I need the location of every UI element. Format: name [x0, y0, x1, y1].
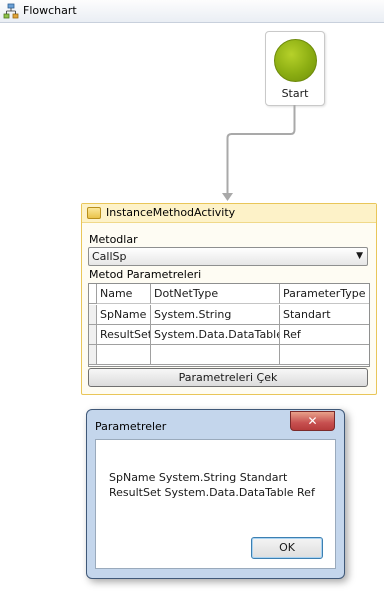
column-header-name[interactable]: Name: [97, 284, 151, 304]
method-select-value: CallSp: [92, 250, 127, 263]
ok-button[interactable]: OK: [251, 537, 323, 559]
cell-name[interactable]: [97, 345, 151, 365]
dialog-message-line: SpName System.String Standart: [109, 471, 288, 484]
chevron-down-icon: ▼: [356, 251, 363, 261]
flow-connector: [222, 105, 296, 201]
column-header-dotnettype[interactable]: DotNetType: [151, 284, 280, 304]
dialog-message-line: ResultSet System.Data.DataTable Ref: [109, 486, 315, 499]
table-row[interactable]: SpName System.String Standart: [89, 305, 369, 325]
cell-parametertype[interactable]: [280, 345, 369, 365]
parameters-dialog: Parametreler ✕ SpName System.String Stan…: [86, 409, 345, 579]
cell-dotnettype[interactable]: [151, 345, 280, 365]
table-row-new[interactable]: [89, 345, 369, 365]
dialog-body: SpName System.String Standart ResultSet …: [95, 439, 336, 569]
methods-label: Metodlar: [89, 233, 138, 246]
params-grid[interactable]: Name DotNetType ParameterType SpName Sys…: [88, 283, 370, 367]
activity-header: InstanceMethodActivity: [82, 204, 376, 223]
row-header[interactable]: [89, 305, 97, 325]
grid-corner: [89, 284, 97, 304]
cell-name[interactable]: SpName: [97, 305, 151, 325]
activity-title: InstanceMethodActivity: [106, 206, 236, 219]
column-header-parametertype[interactable]: ParameterType: [280, 284, 369, 304]
cell-dotnettype[interactable]: System.String: [151, 305, 280, 325]
row-header[interactable]: [89, 325, 97, 345]
method-select[interactable]: CallSp ▼: [88, 247, 368, 266]
params-label: Metod Parametreleri: [89, 268, 202, 281]
cell-parametertype[interactable]: Standart: [280, 305, 369, 325]
dialog-title: Parametreler: [95, 420, 167, 433]
activity-icon: [87, 207, 101, 219]
table-row[interactable]: ResultSet System.Data.DataTable Ref: [89, 325, 369, 345]
cell-dotnettype[interactable]: System.Data.DataTable: [151, 325, 280, 345]
grid-header-row: Name DotNetType ParameterType: [89, 284, 369, 304]
close-icon[interactable]: ✕: [290, 411, 335, 431]
get-parameters-button[interactable]: Parametreleri Çek: [88, 368, 368, 387]
cell-name[interactable]: ResultSet: [97, 325, 151, 345]
row-header[interactable]: [89, 345, 97, 365]
cell-parametertype[interactable]: Ref: [280, 325, 369, 345]
